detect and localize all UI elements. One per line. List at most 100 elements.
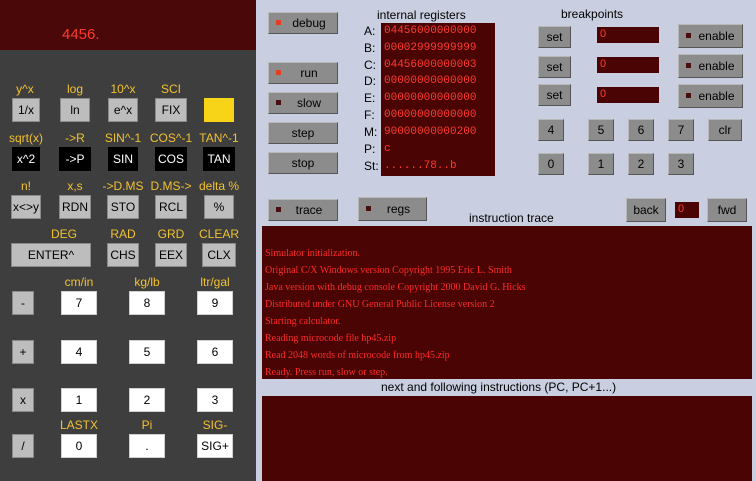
fwd-button[interactable]: fwd xyxy=(707,198,747,222)
digit-clear-button[interactable]: clr xyxy=(708,119,742,141)
trace-led-icon xyxy=(276,207,281,212)
display-readout: 4456. xyxy=(62,26,100,43)
register-value: 00000000000000 xyxy=(384,75,477,87)
breakpoint-2-field[interactable]: 0 xyxy=(597,57,659,73)
register-value: 90000000000200 xyxy=(384,126,477,138)
trace-output-panel[interactable]: Simulator initialization. Original C/X Wi… xyxy=(262,226,752,379)
key-sin[interactable]: SIN xyxy=(108,147,138,171)
shift-label-delta-percent: delta % xyxy=(198,179,240,193)
breakpoint-3-set-button[interactable]: set xyxy=(538,84,571,106)
key-clear-x[interactable]: CLX xyxy=(202,243,236,267)
key-enter[interactable]: ENTER^ xyxy=(11,243,91,267)
key-multiply[interactable]: x xyxy=(12,388,34,412)
digit-3-button[interactable]: 3 xyxy=(668,153,694,175)
key-store[interactable]: STO xyxy=(107,195,139,219)
digit-5-button[interactable]: 5 xyxy=(588,119,614,141)
step-button[interactable]: step xyxy=(268,122,338,144)
key-6[interactable]: 6 xyxy=(197,340,233,364)
run-button[interactable]: run xyxy=(268,62,338,84)
regs-button[interactable]: regs xyxy=(358,197,427,221)
key-change-sign[interactable]: CHS xyxy=(107,243,139,267)
key-7[interactable]: 7 xyxy=(61,291,97,315)
debug-led-icon xyxy=(276,20,281,25)
register-value: 04456000000000 xyxy=(384,25,477,37)
key-percent[interactable]: % xyxy=(204,195,234,219)
trace-line: Distributed under GNU General Public Lic… xyxy=(265,299,495,310)
register-name: D: xyxy=(364,74,376,88)
trace-line: Starting calculator. xyxy=(265,316,341,327)
key-reciprocal[interactable]: 1/x xyxy=(12,98,40,122)
key-3[interactable]: 3 xyxy=(197,388,233,412)
shift-label-ltr-gal: ltr/gal xyxy=(200,275,230,289)
breakpoint-1-led-icon xyxy=(686,33,691,38)
run-led-icon xyxy=(276,70,281,75)
key-1[interactable]: 1 xyxy=(61,388,97,412)
key-to-polar[interactable]: ->P xyxy=(59,147,91,171)
key-fix[interactable]: FIX xyxy=(155,98,187,122)
register-name: M: xyxy=(364,125,378,139)
digit-1-button[interactable]: 1 xyxy=(588,153,614,175)
key-decimal-point[interactable]: . xyxy=(129,434,165,458)
register-value: 00000000000000 xyxy=(384,109,477,121)
key-sigma-plus[interactable]: SIG+ xyxy=(197,434,233,458)
key-x-squared[interactable]: x^2 xyxy=(12,147,40,171)
digit-2-button[interactable]: 2 xyxy=(628,153,654,175)
next-instructions-title: next and following instructions (PC, PC+… xyxy=(381,380,617,394)
debug-button[interactable]: debug xyxy=(268,12,338,34)
shift-label-deg: DEG xyxy=(50,227,77,241)
register-value: ......78..b xyxy=(384,160,457,172)
breakpoint-1-set-button[interactable]: set xyxy=(538,26,571,48)
breakpoint-1-enable-button[interactable]: enable xyxy=(678,24,743,48)
shift-label-log: log xyxy=(66,82,83,96)
key-0[interactable]: 0 xyxy=(61,434,97,458)
shift-label-ten-pow-x: 10^x xyxy=(110,82,136,96)
shift-label-kg-lb: kg/lb xyxy=(134,275,160,289)
key-roll-down[interactable]: RDN xyxy=(59,195,91,219)
shift-label-to-dms: ->D.MS xyxy=(102,179,144,193)
shift-label-acos: COS^-1 xyxy=(149,131,193,145)
trace-position-field[interactable]: 0 xyxy=(675,202,699,218)
shift-label-atan: TAN^-1 xyxy=(199,131,239,145)
key-ln[interactable]: ln xyxy=(60,98,90,122)
key-cos[interactable]: COS xyxy=(155,147,187,171)
breakpoint-3-field[interactable]: 0 xyxy=(597,87,659,103)
breakpoint-2-set-button[interactable]: set xyxy=(538,56,571,78)
next-instructions-panel[interactable] xyxy=(262,396,752,481)
register-name: A: xyxy=(364,24,376,38)
key-tan[interactable]: TAN xyxy=(203,147,235,171)
register-name: St: xyxy=(364,159,379,173)
back-button[interactable]: back xyxy=(626,198,666,222)
digit-7-button[interactable]: 7 xyxy=(668,119,694,141)
key-8[interactable]: 8 xyxy=(129,291,165,315)
key-recall[interactable]: RCL xyxy=(155,195,187,219)
key-swap-xy[interactable]: x<>y xyxy=(11,195,41,219)
regs-led-icon xyxy=(366,206,371,211)
key-2[interactable]: 2 xyxy=(129,388,165,412)
shift-label-sci: SCI xyxy=(160,82,181,96)
digit-0-button[interactable]: 0 xyxy=(538,153,564,175)
key-9[interactable]: 9 xyxy=(197,291,233,315)
key-plus[interactable]: + xyxy=(12,340,34,364)
key-5[interactable]: 5 xyxy=(129,340,165,364)
register-value: 00002999999999 xyxy=(384,42,477,54)
breakpoint-3-enable-button[interactable]: enable xyxy=(678,84,743,108)
slow-button[interactable]: slow xyxy=(268,92,338,114)
key-exp[interactable]: e^x xyxy=(108,98,138,122)
trace-button[interactable]: trace xyxy=(268,199,338,221)
key-shift-yellow[interactable] xyxy=(204,98,234,122)
breakpoint-2-enable-button[interactable]: enable xyxy=(678,54,743,78)
key-4[interactable]: 4 xyxy=(61,340,97,364)
slow-led-icon xyxy=(276,100,281,105)
stop-button[interactable]: stop xyxy=(268,152,338,174)
key-divide[interactable]: / xyxy=(12,434,34,458)
shift-label-sigma-minus: SIG- xyxy=(202,418,228,432)
key-minus[interactable]: - xyxy=(12,291,34,315)
shift-label-sqrt: sqrt(x) xyxy=(9,131,43,145)
register-name: E: xyxy=(364,91,376,105)
key-enter-exponent[interactable]: EEX xyxy=(155,243,187,267)
digit-4-button[interactable]: 4 xyxy=(538,119,564,141)
breakpoints-title: breakpoints xyxy=(561,7,624,21)
register-name: C: xyxy=(364,58,376,72)
digit-6-button[interactable]: 6 xyxy=(628,119,654,141)
breakpoint-1-field[interactable]: 0 xyxy=(597,27,659,43)
